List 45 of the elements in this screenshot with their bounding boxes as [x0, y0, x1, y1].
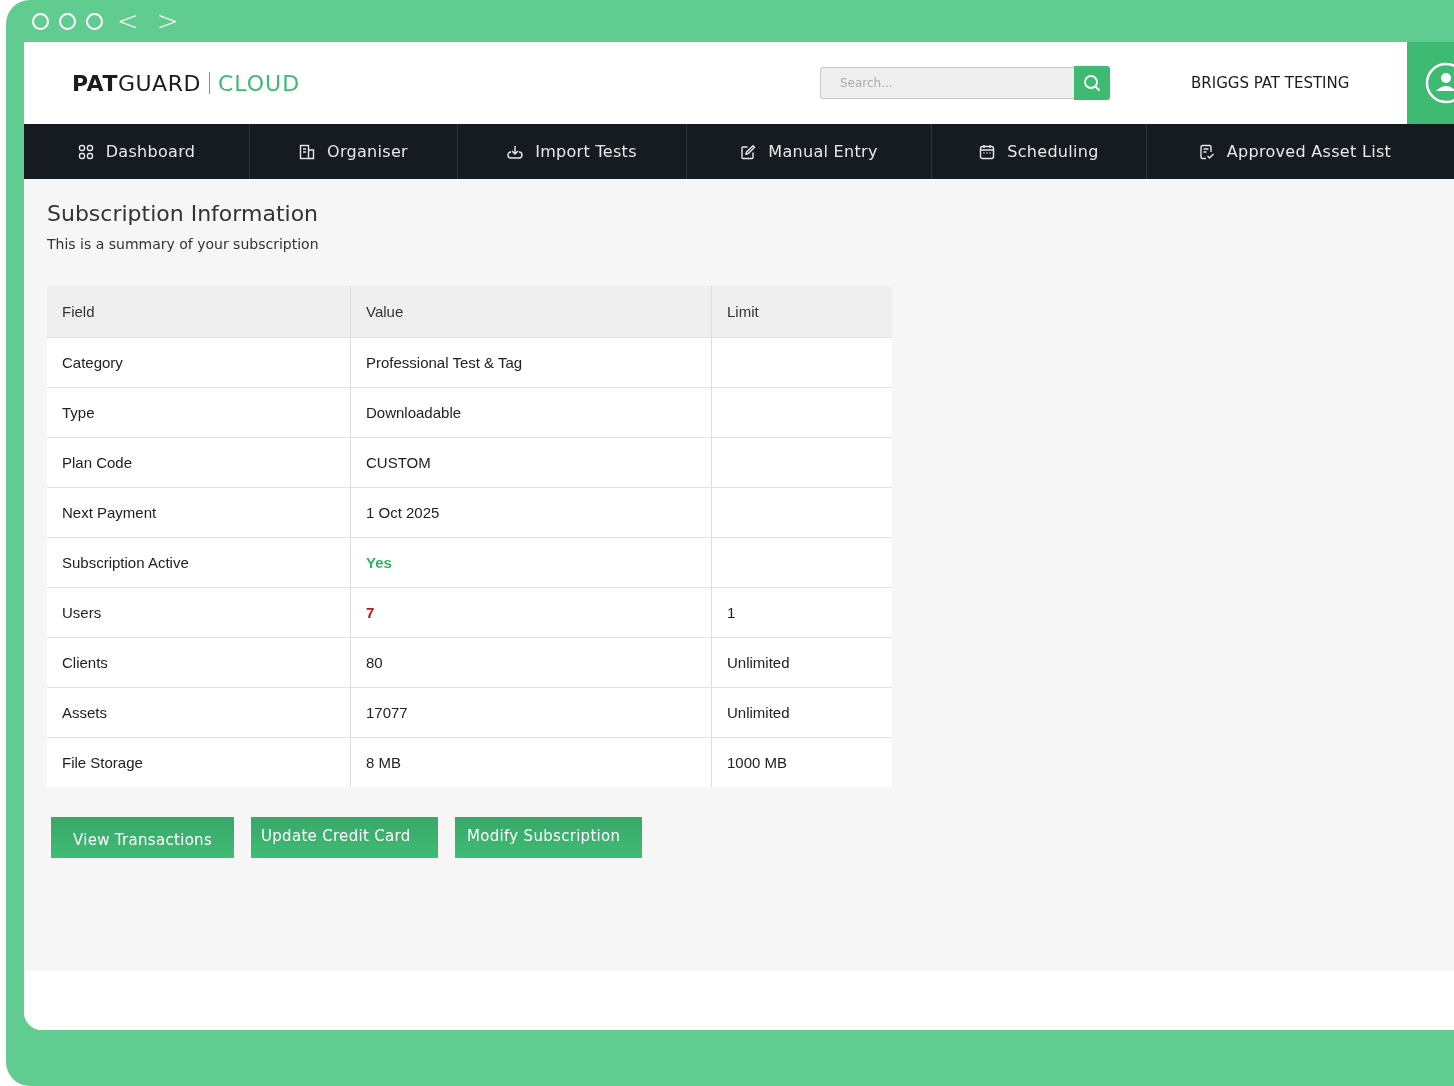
checklist-icon	[1198, 143, 1215, 160]
table-cell: Category	[47, 337, 351, 388]
table-cell: Yes	[350, 537, 712, 588]
page-subtitle: This is a summary of your subscription	[47, 236, 320, 252]
search-button[interactable]	[1074, 66, 1110, 100]
table-cell: File Storage	[47, 737, 351, 787]
logo-text: PATGUARD	[72, 70, 201, 96]
download-icon	[507, 143, 524, 160]
user-icon	[1424, 61, 1454, 105]
table-cell: Subscription Active	[47, 537, 351, 588]
column-header: Value	[350, 286, 712, 338]
page-title: Subscription Information	[47, 201, 320, 226]
window-dot[interactable]	[86, 12, 103, 30]
avatar-button[interactable]	[1407, 42, 1454, 124]
table-cell: Assets	[47, 687, 351, 738]
table-cell: Plan Code	[47, 437, 351, 488]
search-field[interactable]: Search...	[820, 67, 1074, 99]
table-cell: 17077	[350, 687, 712, 738]
column-header: Field	[47, 286, 351, 338]
nav-tab[interactable]: Approved Asset List	[1147, 124, 1443, 179]
document-icon	[299, 143, 316, 160]
table-cell: Next Payment	[47, 487, 351, 538]
table-cell: 1000 MB	[711, 737, 892, 787]
calendar-icon	[979, 143, 996, 160]
table-cell: 1 Oct 2025	[350, 487, 712, 538]
table-cell: 80	[350, 637, 712, 688]
table-cell: Professional Test & Tag	[350, 337, 712, 388]
table-cell: Clients	[47, 637, 351, 688]
table-cell: Type	[47, 387, 351, 438]
search-icon	[1083, 74, 1101, 92]
table-cell: Users	[47, 587, 351, 638]
window-dot[interactable]	[32, 12, 49, 30]
grid-icon	[77, 143, 94, 160]
table-cell: 8 MB	[350, 737, 712, 787]
table-cell: Unlimited	[711, 687, 892, 738]
table-cell: Downloadable	[350, 387, 712, 438]
column-header: Limit	[711, 286, 892, 338]
table-cell: 1	[711, 587, 892, 638]
table-cell: 7	[350, 587, 712, 638]
account-name[interactable]: BRIGGS PAT TESTING	[1191, 74, 1407, 92]
table-cell: CUSTOM	[350, 437, 712, 488]
window-dot[interactable]	[59, 12, 76, 30]
edit-icon	[740, 143, 757, 160]
table-cell: Unlimited	[711, 637, 892, 688]
logo-text: CLOUD	[217, 70, 301, 96]
